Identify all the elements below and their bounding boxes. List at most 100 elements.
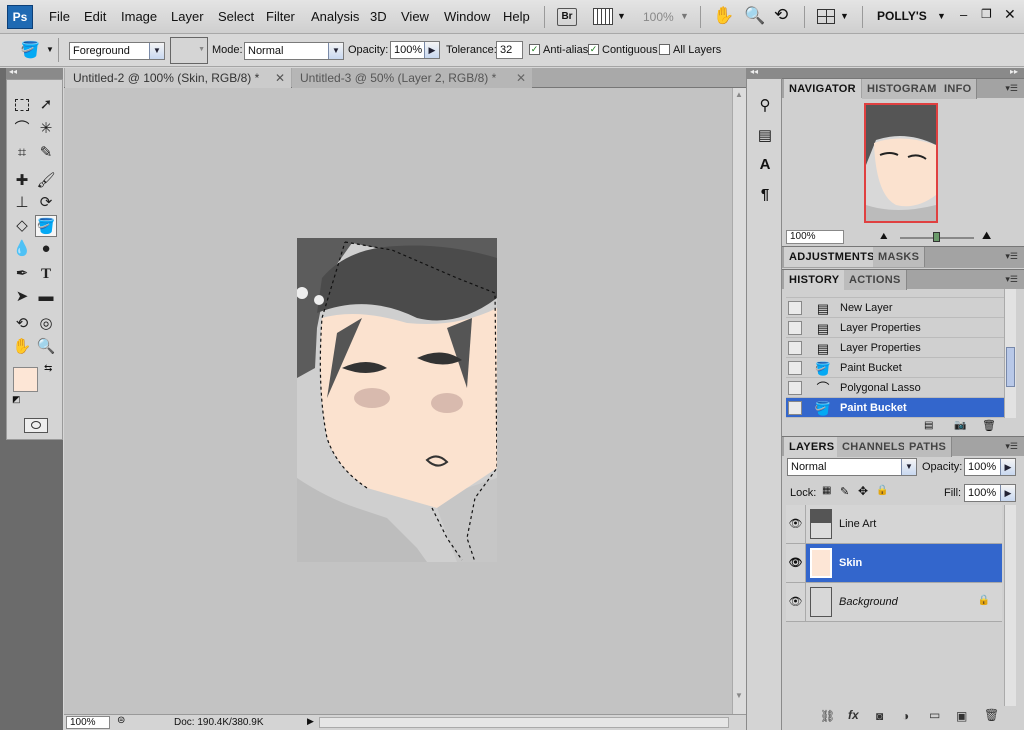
layer-row-background[interactable]: 👁 Background 🔒 xyxy=(786,583,1002,622)
move-icon[interactable]: ➚ xyxy=(35,94,57,116)
tab-info[interactable]: INFO xyxy=(939,79,978,99)
workspace-name[interactable]: POLLY'S xyxy=(877,9,927,23)
trash-icon[interactable]: 🗑 xyxy=(982,419,996,432)
new-layer-icon[interactable]: ▣ xyxy=(956,709,967,723)
document-image[interactable] xyxy=(297,238,497,562)
layer-fill-input[interactable]: 100% ▶ xyxy=(964,484,1016,502)
snapshot-checkbox[interactable] xyxy=(788,341,802,355)
menu-analysis[interactable]: Analysis xyxy=(311,9,359,24)
status-icon[interactable]: ⊜ xyxy=(117,715,125,726)
paint-bucket-icon[interactable]: 🪣 xyxy=(35,215,57,237)
scroll-down-icon[interactable]: ▼ xyxy=(735,691,743,700)
history-item[interactable]: ⌒ Polygonal Lasso xyxy=(786,378,1004,398)
blend-mode-select[interactable]: Normal ▼ xyxy=(787,458,917,476)
add-mask-icon[interactable]: ◙ xyxy=(876,709,883,723)
close-icon[interactable]: ✕ xyxy=(516,68,526,88)
snapshot-checkbox[interactable] xyxy=(788,301,802,315)
tab-untitled-2[interactable]: Untitled-2 @ 100% (Skin, RGB/8) * ✕ xyxy=(65,68,291,88)
scroll-up-icon[interactable]: ▲ xyxy=(735,90,743,99)
layer-name[interactable]: Skin xyxy=(839,557,862,569)
menu-layer[interactable]: Layer xyxy=(171,9,204,24)
menu-view[interactable]: View xyxy=(401,9,429,24)
foreground-color-swatch[interactable] xyxy=(13,367,38,392)
new-snapshot-icon[interactable]: 📷 xyxy=(954,420,966,431)
visibility-eye-icon[interactable]: 👁 xyxy=(786,583,806,621)
visibility-eye-icon[interactable]: 👁 xyxy=(786,544,806,582)
bridge-button[interactable]: Br xyxy=(557,8,577,26)
marquee-icon[interactable] xyxy=(11,94,33,116)
history-scrollbar[interactable] xyxy=(1004,289,1016,418)
swap-colors-icon[interactable]: ⇆ xyxy=(44,363,52,374)
tab-history[interactable]: HISTORY xyxy=(784,270,845,290)
lock-pixels-icon[interactable]: ✎ xyxy=(840,485,849,498)
layer-name[interactable]: Background xyxy=(839,596,898,608)
brush-icon[interactable]: 🖌 xyxy=(35,170,57,192)
history-item[interactable]: 🪣 Paint Bucket xyxy=(786,358,1004,378)
tab-histogram[interactable]: HISTOGRAM xyxy=(862,79,943,99)
chevron-down-icon[interactable]: ▼ xyxy=(680,11,689,21)
close-icon[interactable]: ✕ xyxy=(1004,6,1016,23)
mode-select[interactable]: Normal ▼ xyxy=(244,42,344,60)
layer-row-line-art[interactable]: 👁 Line Art xyxy=(786,505,1002,544)
scroll-thumb[interactable] xyxy=(1006,347,1015,387)
paint-bucket-icon[interactable]: 🪣 xyxy=(20,40,40,60)
trash-icon[interactable]: 🗑 xyxy=(984,708,999,722)
eraser-icon[interactable]: ◇ xyxy=(11,215,33,237)
lock-all-icon[interactable]: 🔒 xyxy=(876,485,888,496)
tolerance-input[interactable]: 32 xyxy=(496,41,523,59)
quick-mask-button[interactable] xyxy=(24,418,48,433)
arrange-documents-icon[interactable] xyxy=(817,9,835,24)
hand-icon[interactable]: ✋ xyxy=(713,6,734,26)
clone-stamp-icon[interactable]: ⊥ xyxy=(11,192,33,214)
zoom-icon[interactable]: 🔍 xyxy=(35,336,57,358)
clone-source-panel-icon[interactable]: ▤ xyxy=(755,126,775,146)
adjustment-layer-icon[interactable]: ◑ xyxy=(902,709,909,723)
status-zoom-input[interactable]: 100% xyxy=(66,716,110,729)
history-brush-icon[interactable]: ⟳ xyxy=(35,192,57,214)
snapshot-checkbox[interactable] xyxy=(788,401,802,415)
chevron-down-icon[interactable]: ▼ xyxy=(840,11,849,21)
zoom-in-icon[interactable]: ⛰ xyxy=(982,230,991,243)
default-colors-icon[interactable]: ◩ xyxy=(12,394,21,405)
layer-style-icon[interactable]: fx xyxy=(848,708,859,722)
pen-icon[interactable]: ✒ xyxy=(11,263,33,285)
chevron-right-icon[interactable]: ▶ xyxy=(424,42,439,58)
3d-orbit-icon[interactable]: ◎ xyxy=(35,313,57,335)
snapshot-checkbox[interactable] xyxy=(788,361,802,375)
menu-window[interactable]: Window xyxy=(444,9,490,24)
panel-menu-icon[interactable]: ▾☰ xyxy=(1005,251,1018,262)
zoom-level[interactable]: 100% xyxy=(643,10,674,24)
menu-file[interactable]: File xyxy=(49,9,70,24)
tab-adjustments[interactable]: ADJUSTMENTS xyxy=(784,247,880,267)
opacity-input[interactable]: 100% ▶ xyxy=(390,41,440,59)
3d-rotate-icon[interactable]: ⟲ xyxy=(11,313,33,335)
close-icon[interactable]: ✕ xyxy=(275,68,285,88)
horizontal-scrollbar[interactable] xyxy=(319,717,729,728)
type-icon[interactable]: T xyxy=(35,263,57,285)
restore-icon[interactable]: ❐ xyxy=(981,7,992,21)
lock-transparent-icon[interactable]: ▦ xyxy=(822,485,831,496)
navigator-zoom-input[interactable]: 100% xyxy=(786,230,844,244)
rectangle-shape-icon[interactable]: ▬ xyxy=(35,286,57,308)
snapshot-checkbox[interactable] xyxy=(788,321,802,335)
new-group-icon[interactable]: ▭ xyxy=(929,708,940,722)
status-menu-icon[interactable]: ▶ xyxy=(307,716,314,727)
all-layers-checkbox[interactable] xyxy=(659,44,670,55)
link-layers-icon[interactable]: ⛓ xyxy=(820,709,835,723)
tab-channels[interactable]: CHANNELS xyxy=(837,437,912,457)
magic-wand-icon[interactable]: ✳ xyxy=(35,118,57,140)
chevron-right-icon[interactable]: ▶ xyxy=(1000,459,1015,475)
layer-row-skin[interactable]: 👁 Skin xyxy=(786,544,1002,583)
panel-menu-icon[interactable]: ▾☰ xyxy=(1005,274,1018,285)
snapshot-checkbox[interactable] xyxy=(788,381,802,395)
slider-thumb[interactable] xyxy=(933,232,940,242)
brushes-panel-icon[interactable]: ⚲ xyxy=(755,96,775,116)
tool-preset-chevron-icon[interactable]: ▼ xyxy=(46,45,54,54)
paragraph-panel-icon[interactable]: ¶ xyxy=(755,185,775,205)
menu-edit[interactable]: Edit xyxy=(84,9,106,24)
menu-select[interactable]: Select xyxy=(218,9,254,24)
chevron-right-icon[interactable]: ▶ xyxy=(1000,485,1015,501)
zoom-out-icon[interactable]: ⛰ xyxy=(880,231,888,242)
eyedropper-icon[interactable]: ✎ xyxy=(35,142,57,164)
mini-bridge-icon[interactable] xyxy=(593,8,613,25)
